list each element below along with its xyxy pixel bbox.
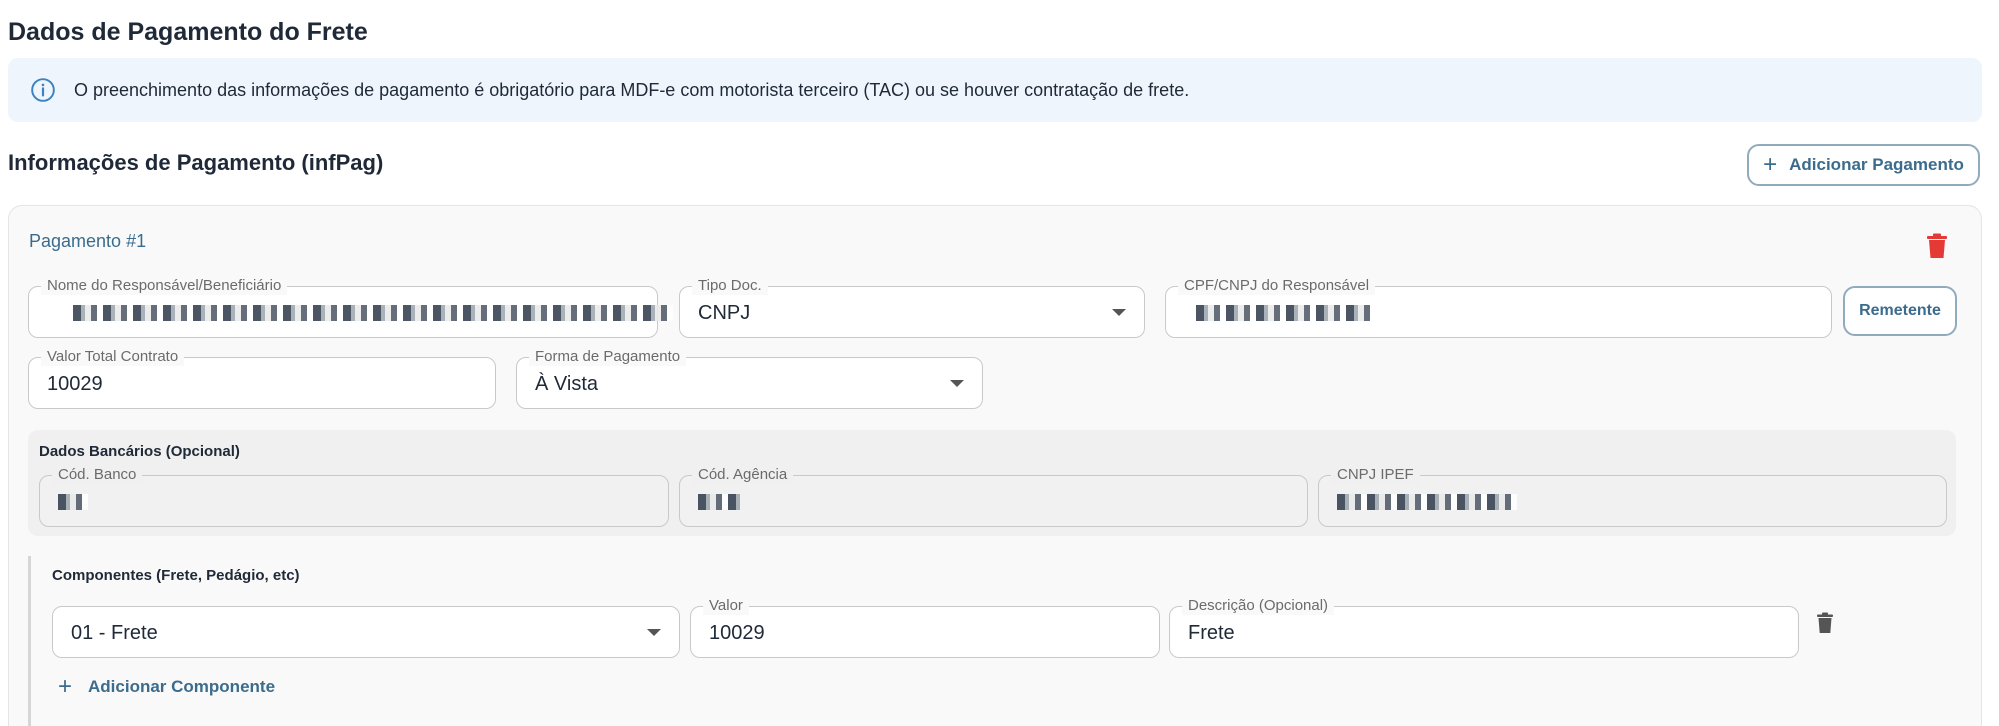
add-payment-button[interactable]: + Adicionar Pagamento <box>1747 144 1980 186</box>
info-alert: O preenchimento das informações de pagam… <box>8 58 1982 122</box>
bank-data-title: Dados Bancários (Opcional) <box>39 443 240 460</box>
chevron-down-icon <box>1112 309 1126 316</box>
add-component-label: Adicionar Componente <box>88 677 276 696</box>
contract-total-label: Valor Total Contrato <box>41 348 185 366</box>
delete-component-icon[interactable] <box>1816 612 1834 634</box>
bank-code-label: Cód. Banco <box>52 466 143 484</box>
masked-text <box>1196 305 1376 321</box>
agency-code-label: Cód. Agência <box>692 466 794 484</box>
doc-type-value: CNPJ <box>698 302 751 324</box>
doc-number-label: CPF/CNPJ do Responsável <box>1178 277 1376 295</box>
component-amount-label: Valor <box>703 597 749 615</box>
plus-icon: + <box>1763 151 1778 178</box>
delete-payment-icon[interactable] <box>1926 233 1948 259</box>
component-description-field[interactable]: Descrição (Opcional) Frete <box>1169 597 1799 658</box>
ipef-cnpj-field[interactable]: CNPJ IPEF <box>1318 466 1947 527</box>
masked-text <box>73 305 673 321</box>
remetente-button[interactable]: Remetente <box>1843 286 1957 336</box>
component-amount-field[interactable]: Valor 10029 <box>690 597 1160 658</box>
masked-text <box>58 494 88 510</box>
payment-method-label: Forma de Pagamento <box>529 348 687 366</box>
add-component-button[interactable]: + Adicionar Componente <box>58 675 275 699</box>
contract-total-value: 10029 <box>47 373 103 395</box>
contract-total-field[interactable]: Valor Total Contrato 10029 <box>28 348 496 409</box>
masked-text <box>1337 494 1517 510</box>
component-type-value: 01 - Frete <box>71 622 158 644</box>
payment-label: Pagamento #1 <box>29 231 147 251</box>
doc-number-field[interactable]: CPF/CNPJ do Responsável <box>1165 277 1832 338</box>
responsible-name-field[interactable]: Nome do Responsável/Beneficiário <box>28 277 673 338</box>
plus-icon: + <box>58 673 73 700</box>
responsible-name-label: Nome do Responsável/Beneficiário <box>41 277 288 295</box>
payment-section-title: Informações de Pagamento (infPag) <box>8 150 384 175</box>
masked-text <box>698 494 740 510</box>
bank-code-field[interactable]: Cód. Banco <box>39 466 669 527</box>
ipef-cnpj-label: CNPJ IPEF <box>1331 466 1420 484</box>
payment-method-value: À Vista <box>535 373 598 395</box>
info-icon <box>31 78 55 102</box>
add-payment-label: Adicionar Pagamento <box>1789 155 1964 174</box>
component-description-label: Descrição (Opcional) <box>1182 597 1335 615</box>
agency-code-field[interactable]: Cód. Agência <box>679 466 1308 527</box>
components-title: Componentes (Frete, Pedágio, etc) <box>52 567 300 584</box>
payment-method-select[interactable]: Forma de Pagamento À Vista <box>516 348 983 409</box>
page-title: Dados de Pagamento do Frete <box>8 18 368 46</box>
component-description-value: Frete <box>1188 622 1235 644</box>
info-alert-text: O preenchimento das informações de pagam… <box>74 79 1190 100</box>
component-amount-value: 10029 <box>709 622 765 644</box>
chevron-down-icon <box>950 380 964 387</box>
doc-type-label: Tipo Doc. <box>692 277 768 295</box>
chevron-down-icon <box>647 629 661 636</box>
doc-type-select[interactable]: Tipo Doc. CNPJ <box>679 277 1145 338</box>
component-type-select[interactable]: 01 - Frete <box>52 606 680 658</box>
